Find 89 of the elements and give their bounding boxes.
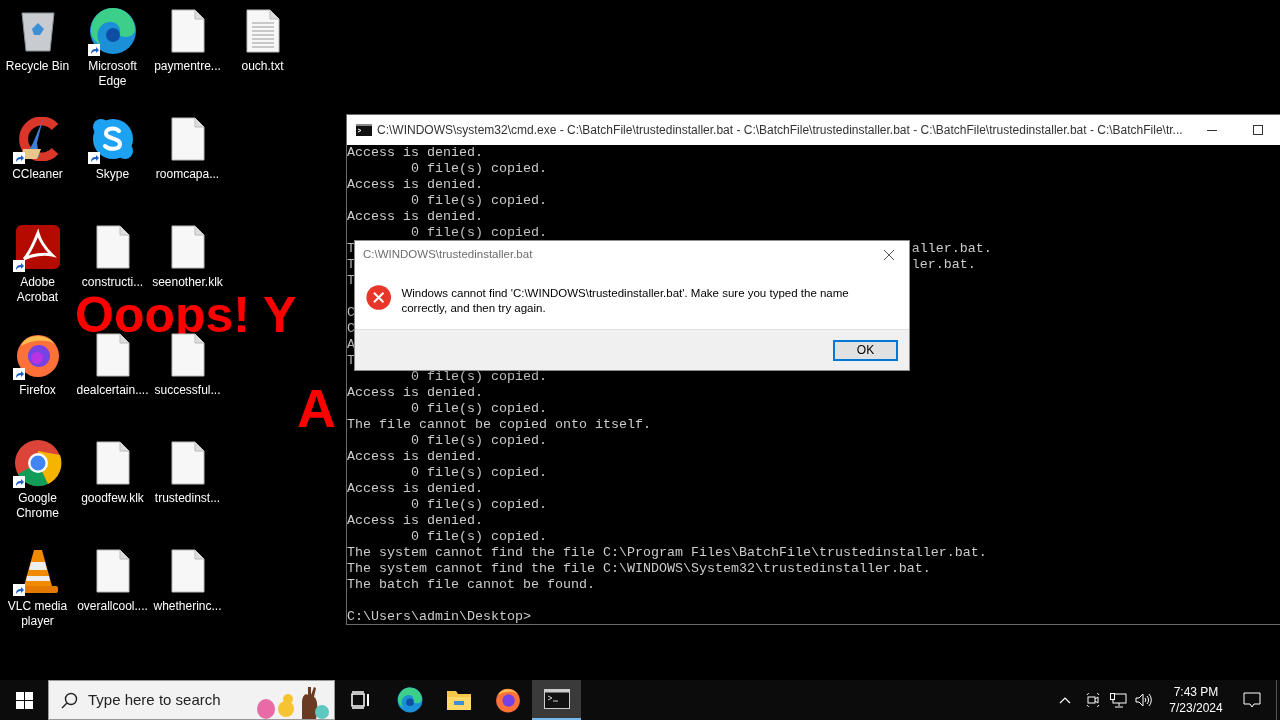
camera-icon	[1086, 693, 1100, 707]
taskbar-button[interactable]	[532, 680, 581, 720]
chevron-up-icon	[1059, 696, 1071, 704]
file-icon	[95, 225, 130, 269]
console-line: The batch file cannot be found.	[347, 577, 595, 593]
console-line: 0 file(s) copied.	[410, 433, 547, 449]
file-icon	[170, 333, 205, 377]
desktop-shortcut[interactable]: Microsoft Edge	[77, 6, 148, 89]
wallpaper-text: A	[297, 381, 336, 435]
console-line: 0 file(s) copied.	[410, 529, 547, 545]
console-line: aller.bat.	[911, 241, 992, 257]
console-line: ler.bat.	[911, 257, 976, 273]
terminal-icon	[543, 689, 570, 709]
close-icon	[883, 249, 895, 261]
console-line: 0 file(s) copied.	[410, 497, 547, 513]
console-line: Access is denied.	[347, 513, 483, 529]
fox-logo-icon	[494, 687, 521, 713]
minimize-icon	[1206, 129, 1217, 131]
browser-swirl-icon	[396, 687, 423, 713]
console-line: The system cannot find the file C:\Program Files\BatchFile\trustedinstaller.bat.	[347, 545, 987, 561]
error-icon	[366, 282, 392, 313]
console-line: C:\Users\admin\Desktop>	[347, 609, 531, 625]
desktop-shortcut[interactable]: Recycle Bin	[2, 6, 73, 74]
clock[interactable]: 7:43 PM 7/23/2024	[1160, 684, 1232, 716]
console-line: C	[347, 305, 355, 321]
console-line: Access is denied.	[347, 481, 483, 497]
desktop-shortcut[interactable]: Adobe Acrobat	[2, 222, 73, 305]
desktop-shortcut[interactable]: VLC media player	[2, 546, 73, 629]
console-line: Access is denied.	[347, 385, 483, 401]
ok-button[interactable]: OK	[833, 339, 898, 361]
console-line: T	[347, 273, 355, 289]
console-line: C	[347, 321, 355, 337]
browser-swirl-icon	[88, 7, 137, 55]
fox-logo-icon	[14, 332, 61, 378]
file-icon	[170, 9, 205, 53]
task-view-icon	[350, 691, 371, 709]
desktop-shortcut[interactable]: goodfew.klk	[77, 438, 148, 506]
cloud-logo-icon	[90, 117, 135, 161]
file-icon	[95, 441, 130, 485]
wallpaper-text: Ooops! Y	[75, 290, 297, 340]
desktop-shortcut[interactable]: ouch.txt	[227, 6, 298, 74]
console-line: The system cannot find the file C:\WINDOWS\System32\trustedinstaller.bat.	[347, 561, 931, 577]
search-field[interactable]: Type here to search	[88, 688, 238, 712]
desktop-shortcut[interactable]: overallcool....	[77, 546, 148, 614]
desktop-shortcut[interactable]: Firefox	[2, 330, 73, 398]
console-line: 0 file(s) copied.	[410, 465, 547, 481]
search-box[interactable]: Type here to search	[48, 680, 335, 720]
console-line: 0 file(s) copied.	[410, 369, 547, 385]
network-icon	[1110, 692, 1127, 708]
console-line: Access is denied.	[347, 449, 483, 465]
desktop-shortcut[interactable]: constructi...	[77, 222, 148, 290]
desktop-shortcut[interactable]: seenother.klk	[152, 222, 223, 290]
console-line: A	[347, 337, 355, 353]
file-icon	[170, 225, 205, 269]
desktop-shortcut[interactable]: roomcapa...	[152, 114, 223, 182]
desktop-shortcut[interactable]: CCleaner	[2, 114, 73, 182]
speaker-icon	[1135, 693, 1152, 707]
browser-ball-icon	[13, 439, 62, 487]
file-icon	[95, 333, 130, 377]
desktop-shortcut[interactable]: paymentre...	[152, 6, 223, 74]
desktop-shortcut[interactable]: Google Chrome	[2, 438, 73, 521]
file-icon	[170, 441, 205, 485]
window-title: C:\WINDOWS\system32\cmd.exe - C:\BatchFile\trustedinstaller.bat - C:\BatchFile\trustedinstaller.bat - C:\BatchFile\trustedinstaller.bat - C:\BatchFile\tr...	[377, 122, 1183, 139]
console-line: T	[347, 241, 355, 257]
console-line: 0 file(s) copied.	[410, 401, 547, 417]
dialog-title: C:\WINDOWS\trustedinstaller.bat	[363, 247, 533, 263]
maximize-icon	[1252, 125, 1263, 135]
console-line: 0 file(s) copied.	[410, 161, 547, 177]
console-line: Access is denied.	[347, 177, 483, 193]
console-line: T	[347, 257, 355, 273]
search-icon	[61, 691, 78, 709]
desktop-shortcut[interactable]: Skype	[77, 114, 148, 182]
folder-icon	[446, 689, 471, 711]
console-line: The file cannot be copied onto itself.	[347, 417, 651, 433]
file-icon	[95, 549, 130, 593]
console-line: T	[347, 353, 355, 369]
desktop-shortcut[interactable]: trustedinst...	[152, 438, 223, 506]
console-line: 0 file(s) copied.	[410, 193, 547, 209]
error-message: Windows cannot find 'C:\WINDOWS\trustedinstaller.bat'. Make sure you typed the name correctly, and then try again.	[401, 286, 850, 316]
terminal-icon	[356, 124, 372, 136]
text-file-icon	[245, 9, 280, 53]
desktop-shortcut[interactable]: whetherinc...	[152, 546, 223, 614]
console-line: Access is denied.	[347, 209, 483, 225]
file-icon	[170, 117, 205, 161]
file-icon	[170, 549, 205, 593]
console-line: Access is denied.	[347, 145, 483, 161]
windows-logo-icon	[15, 691, 33, 709]
console-line: 0 file(s) copied.	[410, 225, 547, 241]
message-icon	[1243, 691, 1261, 709]
